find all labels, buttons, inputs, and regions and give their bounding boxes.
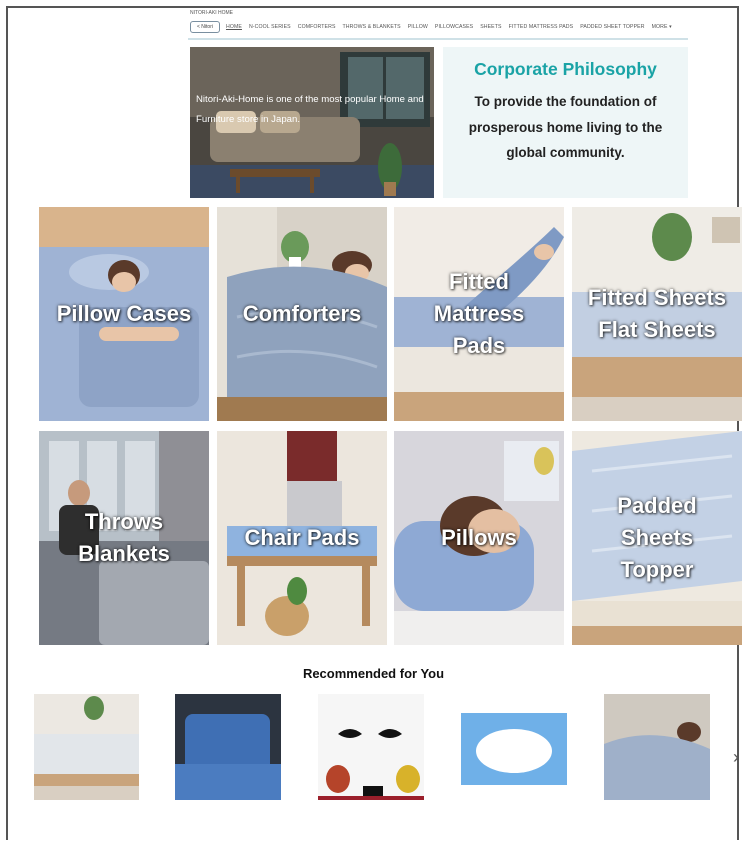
store-tag: NITORI-AKI HOME (190, 10, 233, 16)
nav-item-fitted-mattress-pads[interactable]: FITTED MATTRESS PADS (509, 24, 574, 30)
category-label: Padded Sheets Topper (617, 493, 697, 582)
recommended-item[interactable] (175, 694, 281, 800)
nav-item-sheets[interactable]: SHEETS (480, 24, 501, 30)
category-tile-fitted-mattress-pads[interactable]: Fitted Mattress Pads (394, 207, 564, 421)
category-label: Pillows (441, 525, 517, 551)
product-image-wall-decal (318, 694, 424, 800)
category-tile-padded-sheets-topper[interactable]: Padded Sheets Topper (572, 431, 742, 645)
recommended-item[interactable] (318, 694, 424, 800)
hero-text: Nitori-Aki-Home is one of the most popul… (196, 94, 424, 125)
nav-home-button[interactable]: < Nitori (190, 21, 220, 33)
category-label: Throws Blankets (78, 509, 170, 566)
top-nav: < Nitori HOME N-COOL SERIES COMFORTERS T… (190, 18, 687, 36)
nav-divider (188, 38, 688, 40)
recommended-title: Recommended for You (302, 666, 445, 681)
category-label: Pillow Cases (56, 301, 192, 327)
nav-item-throws[interactable]: THROWS & BLANKETS (343, 24, 401, 30)
category-tile-fitted-sheets[interactable]: Fitted Sheets Flat Sheets (572, 207, 742, 421)
category-label: Comforters (242, 301, 362, 327)
nav-item-comforters[interactable]: COMFORTERS (298, 24, 336, 30)
nav-item-n-cool[interactable]: N-COOL SERIES (249, 24, 291, 30)
category-label: Fitted Mattress Pads (433, 269, 525, 358)
category-tile-pillows[interactable]: Pillows (394, 431, 564, 645)
product-image-blue-bedding (175, 694, 281, 800)
nav-item-home[interactable]: HOME (226, 24, 242, 30)
category-tile-pillow-cases[interactable]: Pillow Cases (39, 207, 209, 421)
nav-item-more[interactable]: MORE ▾ (652, 24, 672, 30)
category-tile-chair-pads[interactable]: Chair Pads (217, 431, 387, 645)
product-image-sheet (34, 694, 139, 800)
product-image-comforter (604, 694, 710, 800)
philosophy-panel: Corporate Philosophy To provide the foun… (443, 47, 688, 198)
category-tile-comforters[interactable]: Comforters (217, 207, 387, 421)
category-tile-throws-blankets[interactable]: Throws Blankets (39, 431, 209, 645)
nav-item-pillowcases[interactable]: PILLOWCASES (435, 24, 473, 30)
carousel-next-icon[interactable]: › (733, 747, 739, 768)
philosophy-title: Corporate Philosophy (474, 59, 657, 79)
hero-banner[interactable]: Nitori-Aki-Home is one of the most popul… (190, 47, 434, 198)
product-image-pillow (461, 713, 567, 785)
recommended-item[interactable] (34, 694, 139, 800)
category-label: Fitted Sheets Flat Sheets (587, 285, 727, 342)
philosophy-body: To provide the foundation of prosperous … (468, 94, 663, 160)
nav-item-pillow[interactable]: PILLOW (408, 24, 428, 30)
recommended-item[interactable] (604, 694, 710, 800)
category-label: Chair Pads (244, 525, 360, 551)
recommended-item[interactable] (461, 713, 567, 785)
nav-item-padded-sheet-topper[interactable]: PADDED SHEET TOPPER (580, 24, 644, 30)
